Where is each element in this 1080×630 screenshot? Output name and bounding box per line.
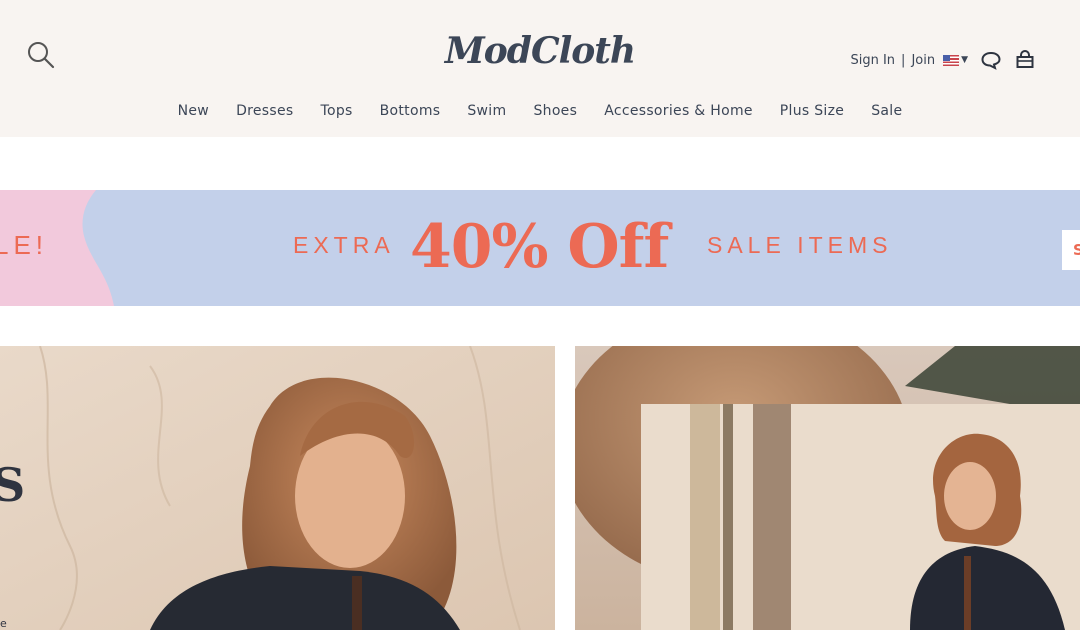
nav-item-new[interactable]: New bbox=[178, 103, 209, 119]
nav-item-shoes[interactable]: Shoes bbox=[533, 103, 577, 119]
nav-item-swim[interactable]: Swim bbox=[467, 103, 506, 119]
bag-icon bbox=[1016, 50, 1034, 68]
banner-headline: 40% Off bbox=[410, 212, 669, 282]
site-header: ModCloth Sign In | Join ▼ New Dresses To… bbox=[0, 0, 1080, 137]
nav-item-plus-size[interactable]: Plus Size bbox=[780, 103, 844, 119]
nav-item-bottoms[interactable]: Bottoms bbox=[380, 103, 441, 119]
banner-items-text: SALE ITEMS bbox=[707, 232, 893, 258]
sign-in-link[interactable]: Sign In bbox=[850, 53, 895, 68]
hero-right-photo bbox=[575, 346, 1080, 630]
hero-image-right[interactable] bbox=[575, 346, 1080, 630]
hero-image-left[interactable]: S e bbox=[0, 346, 555, 630]
nav-item-tops[interactable]: Tops bbox=[321, 103, 353, 119]
hero-left-caption: e bbox=[0, 617, 7, 630]
promo-banner[interactable]: LE! EXTRA 40% Off SALE ITEMS S bbox=[0, 190, 1080, 306]
banner-left-text: LE! bbox=[0, 230, 49, 260]
hero-left-letter: S bbox=[0, 458, 25, 512]
nav-item-sale[interactable]: Sale bbox=[871, 103, 902, 119]
nav-item-dresses[interactable]: Dresses bbox=[236, 103, 293, 119]
account-bar: Sign In | Join ▼ bbox=[850, 48, 1036, 72]
chat-button[interactable] bbox=[980, 49, 1002, 71]
nav-item-accessories-home[interactable]: Accessories & Home bbox=[604, 103, 753, 119]
bag-button[interactable] bbox=[1014, 49, 1036, 71]
join-link[interactable]: Join bbox=[911, 53, 935, 68]
hero-left-photo: S e bbox=[0, 346, 555, 630]
main-nav: New Dresses Tops Bottoms Swim Shoes Acce… bbox=[0, 103, 1080, 119]
chevron-down-icon[interactable]: ▼ bbox=[961, 55, 968, 65]
banner-shop-button[interactable]: S bbox=[1062, 230, 1080, 270]
chat-icon bbox=[981, 51, 1001, 70]
us-flag-icon[interactable] bbox=[943, 54, 960, 66]
banner-extra-text: EXTRA bbox=[293, 232, 395, 258]
account-separator: | bbox=[901, 52, 906, 68]
